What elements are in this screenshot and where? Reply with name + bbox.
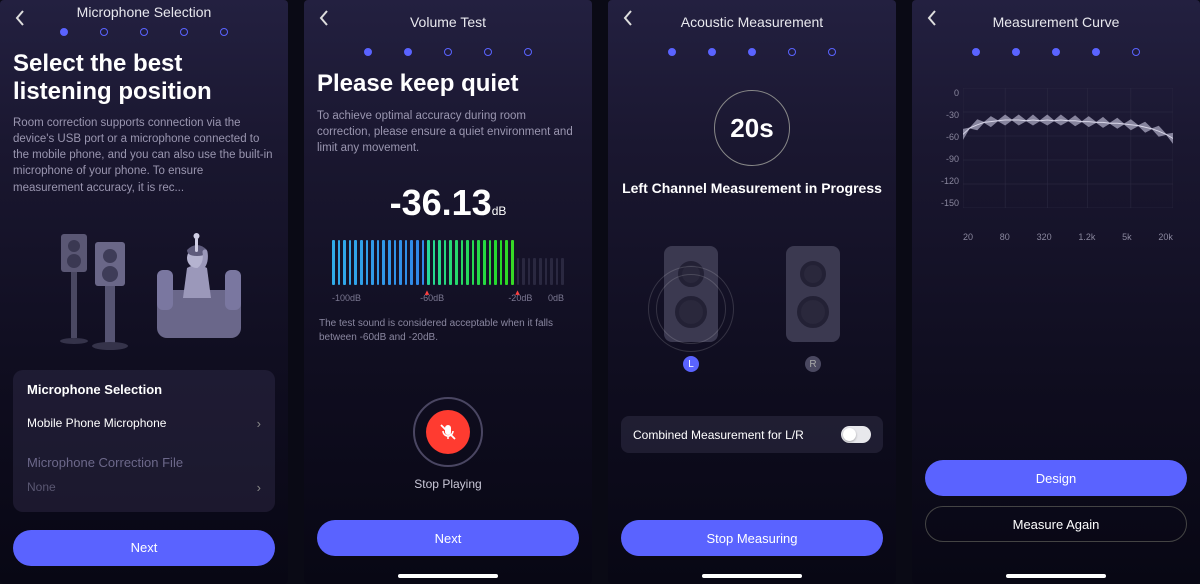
chevron-right-icon: › (257, 480, 261, 495)
listening-position-illustration (39, 220, 249, 350)
combined-toggle[interactable] (841, 426, 871, 443)
header: Microphone Selection (0, 0, 288, 20)
page-description: Room correction supports connection via … (13, 115, 275, 195)
progress-dot (668, 48, 676, 56)
back-button[interactable] (618, 8, 638, 28)
scale-max: 0dB (548, 293, 564, 303)
progress-indicator (608, 40, 896, 70)
stop-measuring-button[interactable]: Stop Measuring (621, 520, 883, 556)
y-axis-labels: 0-30-60-90-120-150 (933, 88, 959, 208)
back-button[interactable] (10, 8, 30, 28)
plot-area (963, 88, 1173, 208)
progress-dot (220, 28, 228, 36)
chevron-left-icon (927, 10, 937, 26)
left-badge: L (683, 356, 699, 372)
screen-measurement-curve: Measurement Curve 0-30-60-90-120-150 208… (912, 0, 1200, 584)
curve-chart: 0-30-60-90-120-150 20803201.2k5k20k (925, 70, 1187, 242)
measure-again-button[interactable]: Measure Again (925, 506, 1187, 542)
back-button[interactable] (922, 8, 942, 28)
page-title: Select the best listening position (13, 50, 275, 105)
countdown-ring: 20s (714, 90, 790, 166)
progress-dot (484, 48, 492, 56)
tick-marker-icon: ▴ (425, 287, 430, 298)
header: Volume Test (304, 0, 592, 40)
progress-dot (1092, 48, 1100, 56)
progress-dot (364, 48, 372, 56)
db-unit: dB (492, 204, 507, 218)
screen-microphone-selection: Microphone Selection Select the best lis… (0, 0, 288, 584)
home-indicator[interactable] (702, 574, 802, 578)
next-button[interactable]: Next (317, 520, 579, 556)
card-title: Microphone Selection (27, 382, 261, 397)
correction-file-row[interactable]: None › (27, 475, 261, 500)
measurement-status: Left Channel Measurement in Progress (621, 180, 883, 196)
progress-dot (1052, 48, 1060, 56)
chevron-left-icon (15, 10, 25, 26)
correction-file-value: None (27, 480, 56, 494)
scale-mark-a: -60dB (420, 293, 444, 303)
progress-dot (708, 48, 716, 56)
db-number: -36.13 (390, 182, 492, 223)
next-button[interactable]: Next (13, 530, 275, 566)
progress-dot (524, 48, 532, 56)
screen-volume-test: Volume Test Please keep quiet To achieve… (304, 0, 592, 584)
progress-indicator (0, 20, 288, 50)
left-speaker: L (664, 246, 718, 372)
microphone-row[interactable]: Mobile Phone Microphone › (27, 411, 261, 436)
microphone-value: Mobile Phone Microphone (27, 416, 166, 430)
progress-indicator (304, 40, 592, 70)
header-title: Microphone Selection (77, 4, 212, 20)
combined-measurement-row: Combined Measurement for L/R (621, 416, 883, 453)
stop-playing-button[interactable] (413, 397, 483, 467)
scale-mark-b: -20dB (508, 293, 532, 303)
chevron-left-icon (623, 10, 633, 26)
progress-dot (828, 48, 836, 56)
progress-dot (140, 28, 148, 36)
design-button[interactable]: Design (925, 460, 1187, 496)
chevron-left-icon (319, 10, 329, 26)
toggle-label: Combined Measurement for L/R (633, 428, 804, 442)
progress-dot (180, 28, 188, 36)
header-title: Volume Test (410, 14, 486, 30)
progress-indicator (912, 40, 1200, 70)
header: Acoustic Measurement (608, 0, 896, 40)
progress-dot (748, 48, 756, 56)
scale-min: -100dB (332, 293, 361, 303)
page-title: Please keep quiet (317, 70, 579, 98)
volume-hint: The test sound is considered acceptable … (319, 317, 577, 345)
right-badge: R (805, 356, 821, 372)
speakers-illustration: L R (621, 246, 883, 372)
volume-meter (332, 240, 564, 285)
db-readout: -36.13dB (317, 182, 579, 224)
progress-dot (404, 48, 412, 56)
countdown-value: 20s (730, 113, 773, 144)
volume-scale: -100dB -60dB -20dB 0dB ▴ ▴ (332, 293, 564, 303)
home-indicator[interactable] (398, 574, 498, 578)
header-title: Acoustic Measurement (681, 14, 823, 30)
header-title: Measurement Curve (993, 14, 1120, 30)
chevron-right-icon: › (257, 416, 261, 431)
right-speaker: R (786, 246, 840, 372)
tick-marker-icon: ▴ (515, 287, 520, 298)
x-axis-labels: 20803201.2k5k20k (963, 232, 1173, 242)
back-button[interactable] (314, 8, 334, 28)
progress-dot (100, 28, 108, 36)
microphone-muted-icon (438, 422, 458, 442)
progress-dot (1012, 48, 1020, 56)
page-description: To achieve optimal accuracy during room … (317, 108, 579, 156)
stop-icon-bg (426, 410, 470, 454)
progress-dot (1132, 48, 1140, 56)
screen-acoustic-measurement: Acoustic Measurement 20s Left Channel Me… (608, 0, 896, 584)
stop-playing-label: Stop Playing (317, 477, 579, 491)
progress-dot (444, 48, 452, 56)
correction-file-title: Microphone Correction File (27, 450, 261, 475)
progress-dot (972, 48, 980, 56)
curve-svg (963, 88, 1173, 208)
microphone-card: Microphone Selection Mobile Phone Microp… (13, 370, 275, 512)
header: Measurement Curve (912, 0, 1200, 40)
progress-dot (60, 28, 68, 36)
home-indicator[interactable] (1006, 574, 1106, 578)
progress-dot (788, 48, 796, 56)
